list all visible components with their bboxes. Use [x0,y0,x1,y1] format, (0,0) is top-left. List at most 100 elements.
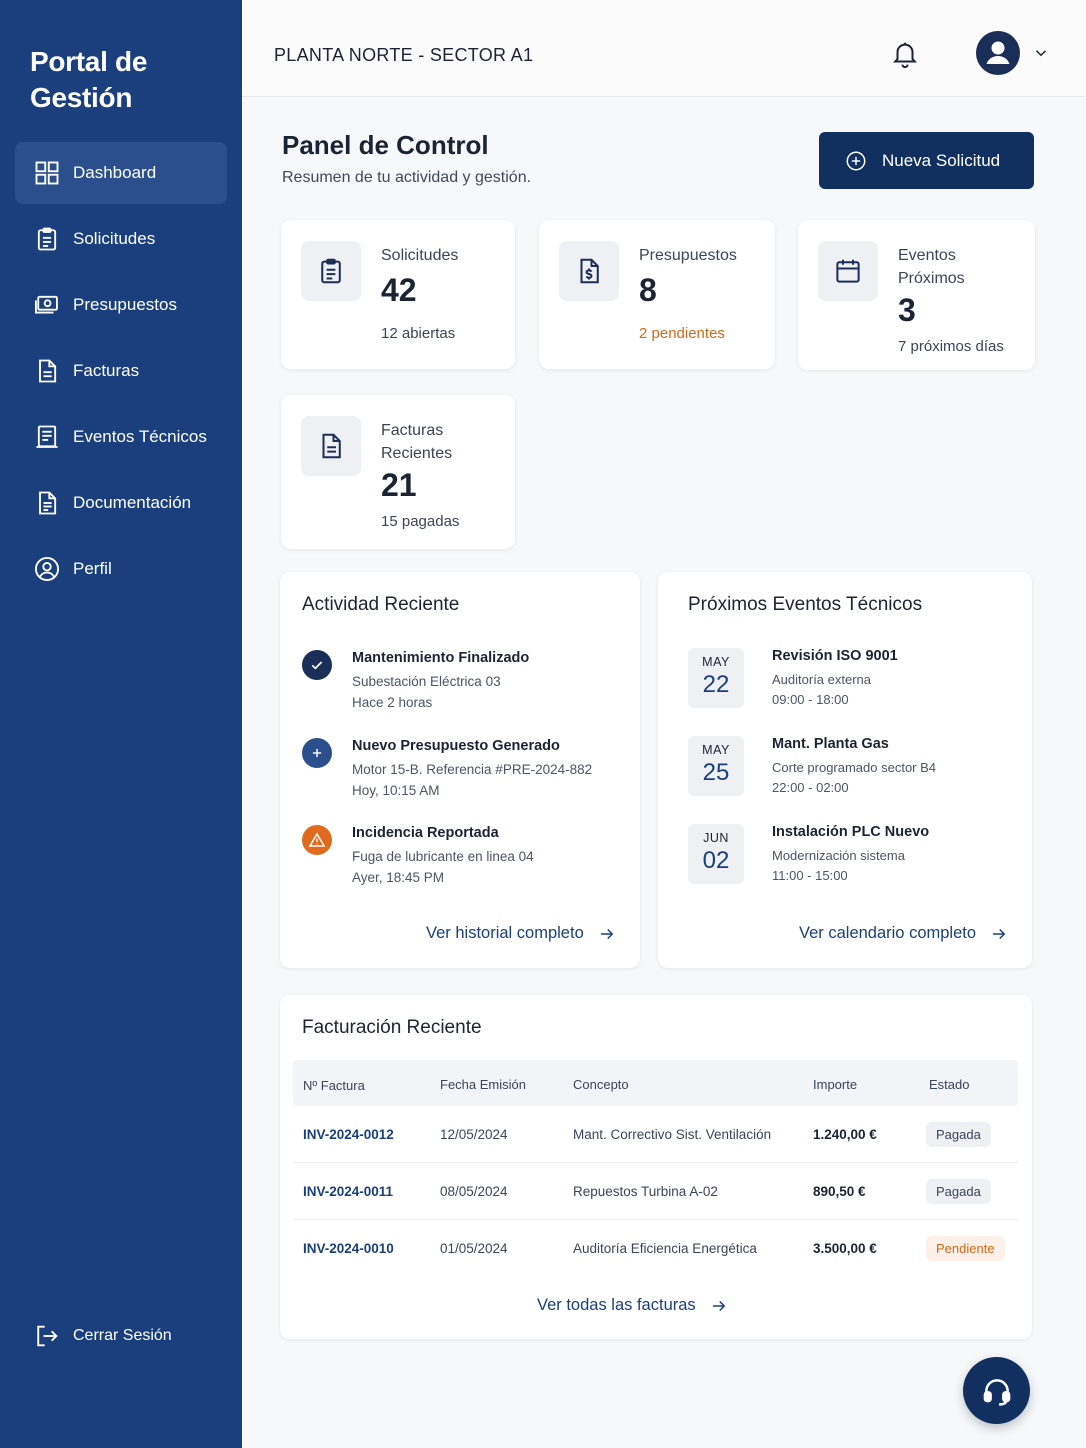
stat-value: 8 [639,272,657,308]
activity-item-time: Hoy, 10:15 AM [352,783,440,798]
invoice-amount: 3.500,00 € [813,1241,877,1256]
calendar-icon [818,241,878,301]
invoice-amount: 1.240,00 € [813,1127,877,1142]
status-badge: Pendiente [926,1236,1005,1261]
invoice-date: 01/05/2024 [440,1241,508,1256]
sidebar-item-dashboard[interactable]: Dashboard [15,142,227,204]
sidebar-nav: Dashboard Solicitudes Presupuestos Factu… [15,142,227,604]
plus-circle-icon [846,151,866,170]
cash-icon [34,295,58,314]
event-item[interactable]: JUN 02 Instalación PLC Nuevo Modernizaci… [688,824,1008,884]
event-title: Mant. Planta Gas [772,736,889,752]
stat-sub: 7 próximos días [898,338,1004,355]
user-icon [986,41,1010,64]
stat-card-solicitudes[interactable]: Solicitudes 42 12 abiertas [281,220,515,369]
status-badge: Pagada [926,1179,991,1204]
activity-item-time: Hace 2 horas [352,695,433,710]
invoice-number[interactable]: INV-2024-0012 [303,1127,394,1142]
arrow-right-icon [993,928,1006,939]
view-history-link[interactable]: Ver historial completo [426,924,616,943]
view-calendar-link[interactable]: Ver calendario completo [799,924,1008,943]
arrow-right-icon [712,1300,725,1311]
top-bar: PLANTA NORTE - SECTOR A1 [242,0,1086,97]
table-header: Nº Factura Fecha Emisión Concepto Import… [293,1060,1018,1106]
event-time: 09:00 - 18:00 [772,692,849,707]
column-header: Estado [929,1077,970,1092]
user-circle-icon [34,556,60,582]
invoice-number[interactable]: INV-2024-0011 [303,1184,393,1199]
invoice-date: 12/05/2024 [440,1127,508,1142]
logout-icon [37,1325,58,1347]
page-title: Panel de Control [282,130,489,160]
view-invoices-label: Ver todas las facturas [537,1296,696,1314]
event-title: Instalación PLC Nuevo [772,824,930,840]
warning-icon [302,825,332,855]
brand-title: Portal de Gestión [30,46,148,113]
invoice-number[interactable]: INV-2024-0010 [303,1241,394,1256]
activity-item-title: Nuevo Presupuesto Generado [352,738,560,754]
sidebar-item-label: Eventos Técnicos [73,427,207,446]
stat-card-eventos[interactable]: Eventos Próximos 3 7 próximos días [798,220,1035,370]
event-date: MAY 22 [688,648,744,708]
sidebar-item-presupuestos[interactable]: Presupuestos [15,274,227,336]
clipboard-icon [301,241,361,301]
activity-item: Nuevo Presupuesto Generado Motor 15-B. R… [302,738,622,808]
support-button[interactable] [963,1357,1030,1424]
invoice-dollar-icon [559,241,619,301]
view-invoices-link[interactable]: Ver todas las facturas [537,1296,728,1315]
invoice-amount: 890,50 € [813,1184,866,1199]
activity-item-time: Ayer, 18:45 PM [352,870,445,885]
table-row[interactable]: INV-2024-0011 08/05/2024 Repuestos Turbi… [293,1163,1018,1220]
activity-title: Actividad Reciente [302,594,460,615]
event-item[interactable]: MAY 22 Revisión ISO 9001 Auditoría exter… [688,648,1008,708]
sidebar-item-facturas[interactable]: Facturas [15,340,227,402]
event-detail: Auditoría externa [772,672,872,687]
stat-card-facturas[interactable]: Facturas Recientes 21 15 pagadas [281,395,515,549]
stat-label: Facturas Recientes [381,422,453,462]
event-item[interactable]: MAY 25 Mant. Planta Gas Corte programado… [688,736,1008,796]
logout-button[interactable]: Cerrar Sesión [33,1322,172,1350]
events-title: Próximos Eventos Técnicos [688,594,923,615]
event-detail: Corte programado sector B4 [772,760,937,775]
avatar[interactable] [976,31,1020,75]
event-date: MAY 25 [688,736,744,796]
invoice-concept: Repuestos Turbina A-02 [573,1184,718,1199]
document-icon [39,359,57,383]
sidebar-item-label: Perfil [73,559,112,578]
activity-item: Incidencia Reportada Fuga de lubricante … [302,825,622,895]
column-header: Fecha Emisión [440,1077,526,1092]
event-detail: Modernización sistema [772,848,905,863]
new-request-button[interactable]: Nueva Solicitud [819,132,1034,189]
chevron-down-icon[interactable] [1032,44,1050,62]
stat-card-presupuestos[interactable]: Presupuestos 8 2 pendientes [539,220,775,369]
column-header: Importe [813,1077,858,1092]
sidebar-item-label: Dashboard [73,163,157,182]
stat-value: 21 [381,467,417,503]
sidebar-item-perfil[interactable]: Perfil [15,538,227,600]
bell-icon[interactable] [890,38,920,70]
event-month: MAY [702,743,730,757]
grid-icon [35,161,59,185]
billing-panel: Facturación Reciente Nº Factura Fecha Em… [280,995,1032,1339]
sidebar-item-documentacion[interactable]: Documentación [15,472,227,534]
view-calendar-label: Ver calendario completo [799,924,977,942]
sidebar-item-label: Documentación [73,493,192,512]
activity-item-detail: Fuga de lubricante en linea 04 [352,849,534,864]
invoice-date: 08/05/2024 [440,1184,508,1199]
table-row[interactable]: INV-2024-0012 12/05/2024 Mant. Correctiv… [293,1106,1018,1163]
activity-item-title: Mantenimiento Finalizado [352,650,530,666]
activity-item: Mantenimiento Finalizado Subestación Elé… [302,650,622,720]
stat-label: Eventos Próximos [898,247,965,287]
status-badge: Pagada [926,1122,991,1147]
table-row[interactable]: INV-2024-0010 01/05/2024 Auditoría Efici… [293,1220,1018,1277]
event-date: JUN 02 [688,824,744,884]
sidebar-item-eventos-tecnicos[interactable]: Eventos Técnicos [15,406,227,468]
column-header: Concepto [573,1077,629,1092]
stat-sub: 15 pagadas [381,513,460,530]
sidebar-item-solicitudes[interactable]: Solicitudes [15,208,227,270]
location-label: PLANTA NORTE - SECTOR A1 [274,45,534,65]
stat-value: 3 [898,292,916,328]
event-month: JUN [703,831,729,845]
arrow-right-icon [600,928,614,939]
stat-label: Presupuestos [639,247,737,264]
